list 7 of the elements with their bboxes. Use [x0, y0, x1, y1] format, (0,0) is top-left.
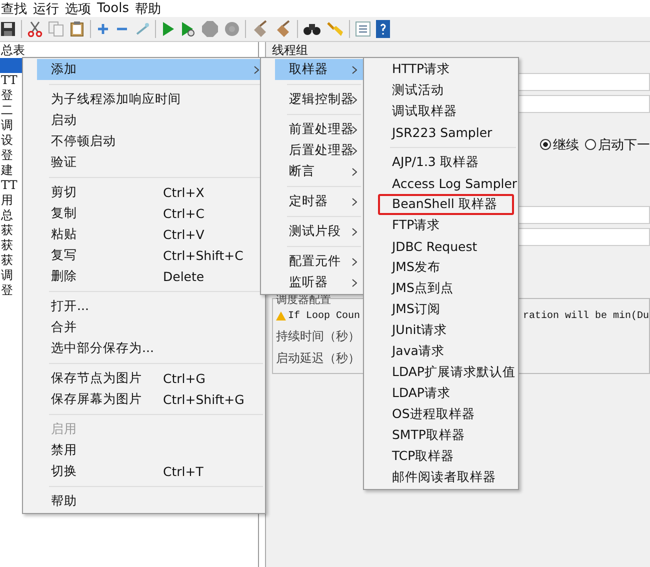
field-label: 持续时间（秒） [276, 328, 360, 344]
radio-label: 继续 [553, 136, 579, 154]
warning-text: ration will be min(Du [522, 310, 649, 322]
radio-label: 启动下一 [598, 136, 650, 154]
panel-title: 线程组 [272, 43, 309, 57]
field-label: 启动延迟（秒） [276, 350, 360, 366]
warning-text: If Loop Coun [288, 310, 360, 322]
